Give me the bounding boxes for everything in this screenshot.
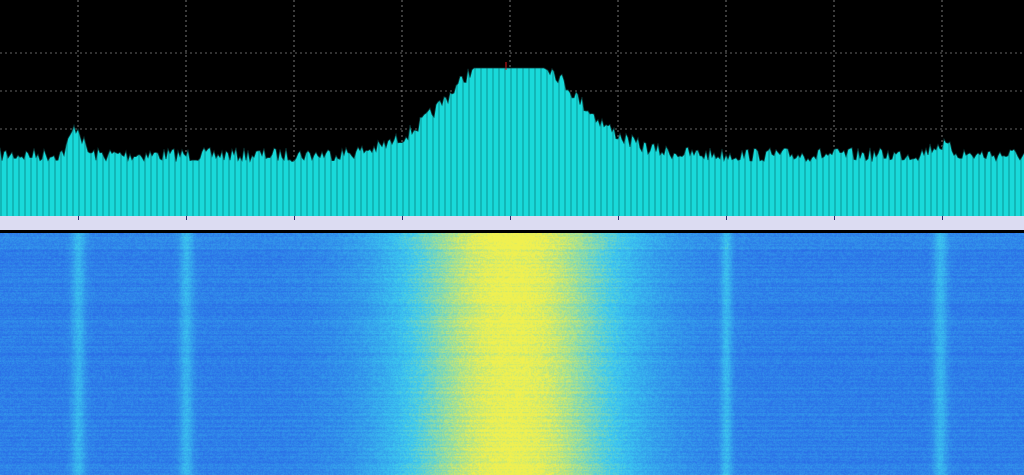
frequency-tick — [942, 216, 943, 220]
spectrum-streak — [462, 68, 464, 216]
spectrum-streak — [474, 68, 476, 216]
spectrum-streak — [522, 68, 524, 216]
frequency-axis — [0, 216, 1024, 231]
frequency-tick — [78, 216, 79, 220]
spectrum-streak — [528, 68, 530, 216]
frequency-tick — [618, 216, 619, 220]
spectrum-streak — [486, 68, 488, 216]
spectrum-streak — [492, 68, 494, 216]
frequency-tick — [294, 216, 295, 220]
spectrum-streak — [480, 68, 482, 216]
spectrum-streak — [498, 68, 500, 216]
spectrum-streak — [552, 68, 554, 216]
frequency-tick — [186, 216, 187, 220]
frequency-tick — [834, 216, 835, 220]
waterfall-display[interactable] — [0, 233, 1024, 475]
spectrum-streak — [540, 68, 542, 216]
spectrum-streak — [558, 68, 560, 216]
spectrum-streak — [468, 68, 470, 216]
frequency-tick — [510, 216, 511, 220]
spectrum-streak — [510, 68, 512, 216]
spectrum-streak — [504, 68, 506, 216]
frequency-tick — [402, 216, 403, 220]
spectrum-streak — [516, 68, 518, 216]
spectrum-streak — [546, 68, 548, 216]
spectrum-display[interactable] — [0, 0, 1024, 216]
waterfall-time-labels — [0, 233, 20, 475]
spectrum-streak — [534, 68, 536, 216]
frequency-tick — [726, 216, 727, 220]
